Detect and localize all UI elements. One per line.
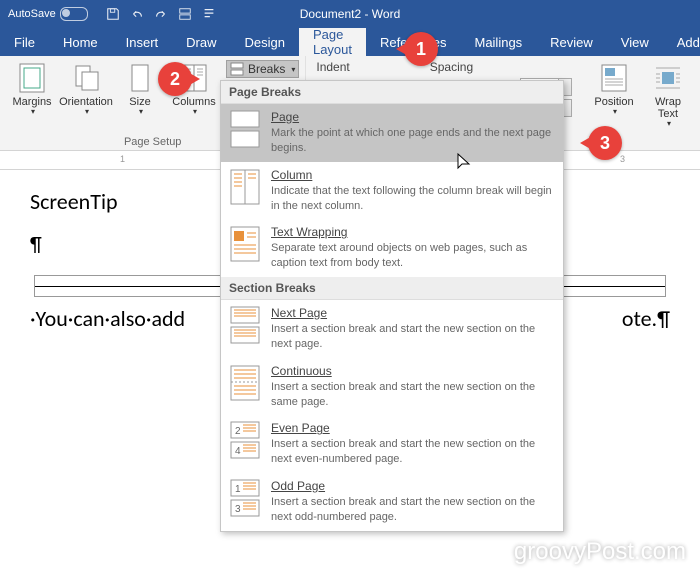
title-bar: AutoSave Document2 - Word xyxy=(0,0,700,28)
evenpage-icon: 24 xyxy=(229,421,261,459)
cursor-icon xyxy=(456,152,472,172)
watermark: groovyPost.com xyxy=(514,538,686,566)
menu-page-layout[interactable]: Page Layout xyxy=(299,28,366,56)
menu-draw[interactable]: Draw xyxy=(172,28,230,56)
orientation-icon xyxy=(70,62,102,94)
break-textwrap-item[interactable]: Text WrappingSeparate text around object… xyxy=(221,219,563,277)
column-break-icon xyxy=(229,168,261,206)
autosave-toggle[interactable]: AutoSave xyxy=(8,7,88,21)
orientation-button[interactable]: Orientation▾ xyxy=(60,60,112,119)
svg-text:2: 2 xyxy=(235,426,241,437)
breaks-dropdown: Page Breaks PageMark the point at which … xyxy=(220,80,564,532)
wrap-text-icon xyxy=(652,62,684,94)
continuous-icon xyxy=(229,364,261,402)
nextpage-icon xyxy=(229,306,261,344)
menu-design[interactable]: Design xyxy=(231,28,299,56)
undo-icon[interactable] xyxy=(130,7,144,21)
menu-bar: File Home Insert Draw Design Page Layout… xyxy=(0,28,700,56)
textwrap-break-icon xyxy=(229,225,261,263)
menu-insert[interactable]: Insert xyxy=(112,28,173,56)
size-icon xyxy=(124,62,156,94)
menu-mailings[interactable]: Mailings xyxy=(460,28,536,56)
quick-access-toolbar xyxy=(106,7,216,21)
svg-text:4: 4 xyxy=(235,446,241,457)
section-breaks-header: Section Breaks xyxy=(221,277,563,300)
margins-icon xyxy=(16,62,48,94)
break-continuous-item[interactable]: ContinuousInsert a section break and sta… xyxy=(221,358,563,416)
svg-text:1: 1 xyxy=(235,484,241,495)
menu-review[interactable]: Review xyxy=(536,28,607,56)
autosave-label: AutoSave xyxy=(8,8,56,20)
callout-3: 3 xyxy=(588,126,622,160)
break-column-item[interactable]: ColumnIndicate that the text following t… xyxy=(221,162,563,220)
margins-button[interactable]: Margins▾ xyxy=(6,60,58,119)
format-icon[interactable] xyxy=(202,7,216,21)
break-page-item[interactable]: PageMark the point at which one page end… xyxy=(221,104,563,162)
position-icon xyxy=(598,62,630,94)
menu-view[interactable]: View xyxy=(607,28,663,56)
menu-home[interactable]: Home xyxy=(49,28,112,56)
spacing-label: Spacing xyxy=(430,60,473,74)
page-break-icon xyxy=(229,110,261,148)
indent-label: Indent xyxy=(316,60,349,74)
menu-file[interactable]: File xyxy=(0,28,49,56)
redo-icon[interactable] xyxy=(154,7,168,21)
size-button[interactable]: Size▾ xyxy=(114,60,166,119)
breaks-button[interactable]: Breaks▾ xyxy=(226,60,299,78)
toggle-off-icon[interactable] xyxy=(60,7,88,21)
callout-2: 2 xyxy=(158,62,192,96)
menu-addins[interactable]: Add- xyxy=(663,28,700,56)
breaks-small-icon xyxy=(230,62,244,76)
callout-1: 1 xyxy=(404,32,438,66)
save-icon[interactable] xyxy=(106,7,120,21)
svg-text:3: 3 xyxy=(235,504,241,515)
break-oddpage-item[interactable]: 13 Odd PageInsert a section break and st… xyxy=(221,473,563,531)
document-title: Document2 - Word xyxy=(300,7,400,21)
break-evenpage-item[interactable]: 24 Even PageInsert a section break and s… xyxy=(221,415,563,473)
page-breaks-header: Page Breaks xyxy=(221,81,563,104)
breaks-icon[interactable] xyxy=(178,7,192,21)
wrap-text-button[interactable]: Wrap Text▾ xyxy=(642,60,694,146)
break-nextpage-item[interactable]: Next PageInsert a section break and star… xyxy=(221,300,563,358)
oddpage-icon: 13 xyxy=(229,479,261,517)
